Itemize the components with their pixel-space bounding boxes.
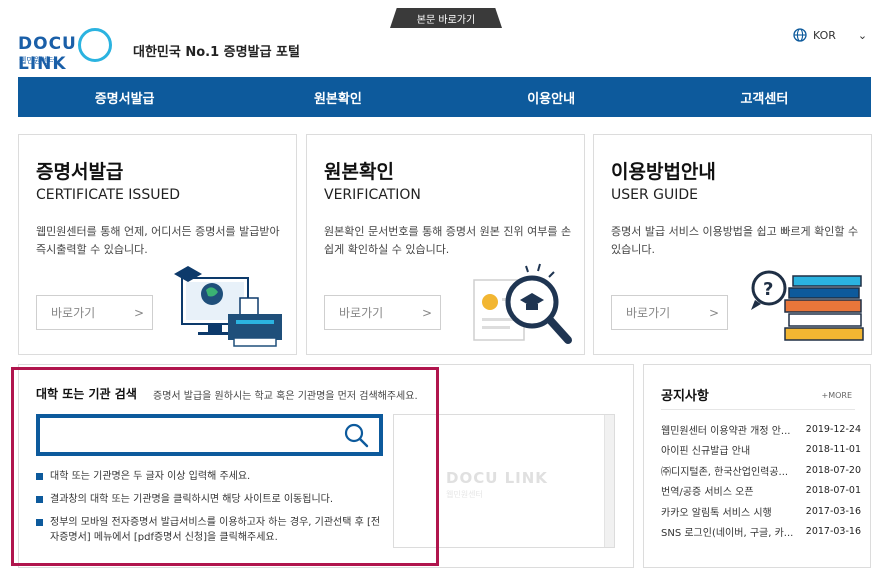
go-button-label: 바로가기 — [626, 306, 671, 320]
notice-item-title: 카카오 알림톡 서비스 시행 — [661, 507, 772, 519]
nav-item-customer-center[interactable]: 고객센터 — [658, 77, 871, 117]
arrow-right-icon: > — [421, 305, 432, 320]
card-title: 이용방법안내 — [611, 161, 716, 183]
watermark-logo: DOCU LINK — [446, 469, 548, 487]
search-note: 정부의 모바일 전자증명서 발급서비스를 이용하고자 하는 경우, 기관선택 후… — [36, 515, 386, 545]
go-button-label: 바로가기 — [51, 306, 96, 320]
notice-item-date: 2019-12-24 — [805, 423, 861, 435]
card-subtitle: CERTIFICATE ISSUED — [36, 187, 181, 203]
notice-panel: 공지사항 +MORE 웹민원센터 이용약관 개정 안... 2019-12-24 … — [643, 364, 871, 568]
notice-item-date: 2018-11-01 — [805, 444, 861, 456]
site-tagline: 대한민국 No.1 증명발급 포털 — [133, 45, 300, 60]
logo-wordmark: DOCU LINK — [18, 34, 77, 74]
notice-item-date: 2017-03-16 — [805, 526, 861, 538]
nav-item-verification[interactable]: 원본확인 — [231, 77, 444, 117]
logo-subtitle: 웹민원센터 — [19, 56, 56, 65]
main-navigation: 증명서발급 원본확인 이용안내 고객센터 — [18, 77, 871, 117]
notice-item[interactable]: 아이핀 신규발급 안내 2018-11-01 — [661, 440, 861, 461]
notice-item-title: ㈜디지털존, 한국산업인력공... — [661, 466, 789, 478]
chevron-down-icon: ⌄ — [857, 28, 868, 42]
computer-printer-icon — [174, 266, 282, 347]
card-certificate-issue: 증명서발급 CERTIFICATE ISSUED 웹민원센터를 통해 언제, 어… — [18, 134, 297, 355]
search-results-box[interactable]: DOCU LINK 웹민원센터 — [393, 414, 615, 548]
card-subtitle: VERIFICATION — [324, 187, 421, 203]
notice-item-date: 2018-07-20 — [805, 464, 861, 476]
search-title: 대학 또는 기관 검색 — [36, 387, 137, 401]
card-description: 웹민원센터를 통해 언제, 어디서든 증명서를 발급받아 즉시출력할 수 있습니… — [36, 225, 280, 256]
arrow-right-icon: > — [133, 305, 144, 320]
notice-item[interactable]: ㈜디지털존, 한국산업인력공... 2018-07-20 — [661, 460, 861, 481]
notice-item-title: 번역/공증 서비스 오픈 — [661, 487, 754, 499]
card-subtitle: USER GUIDE — [611, 187, 699, 203]
go-button[interactable]: 바로가기 > — [36, 295, 153, 330]
go-button-label: 바로가기 — [339, 306, 384, 320]
notice-item-date: 2018-07-01 — [805, 485, 861, 497]
magnifier-certificate-icon — [473, 263, 572, 344]
notice-item-title: 아이핀 신규발급 안내 — [661, 446, 751, 458]
language-selector[interactable]: KOR ⌄ — [793, 28, 867, 42]
notice-list: 웹민원센터 이용약관 개정 안... 2019-12-24 아이핀 신규발급 안내… — [661, 419, 861, 542]
notice-item-date: 2017-03-16 — [805, 505, 861, 517]
watermark-subtitle: 웹민원센터 — [446, 490, 483, 499]
svg-text:?: ? — [763, 279, 773, 300]
card-verification: 원본확인 VERIFICATION 원본확인 문서번호를 통해 증명서 원본 진… — [306, 134, 585, 355]
search-box — [36, 414, 383, 456]
nav-item-user-guide[interactable]: 이용안내 — [445, 77, 658, 117]
card-user-guide: 이용방법안내 USER GUIDE 증명서 발급 서비스 이용방법을 쉽고 빠르… — [593, 134, 872, 355]
search-hint: 증명서 발급을 원하시는 학교 혹은 기관명을 먼저 검색해주세요. — [153, 391, 418, 402]
notice-item[interactable]: 웹민원센터 이용약관 개정 안... 2019-12-24 — [661, 419, 861, 440]
notice-item-title: SNS 로그인(네이버, 구글, 카... — [661, 528, 794, 540]
institution-search-input[interactable] — [46, 422, 336, 448]
notice-divider — [661, 409, 855, 410]
search-note: 대학 또는 기관명은 두 글자 이상 입력해 주세요. — [36, 469, 386, 484]
language-label: KOR — [813, 28, 836, 42]
books-question-icon: ? — [751, 270, 864, 341]
go-button[interactable]: 바로가기 > — [324, 295, 441, 330]
arrow-right-icon: > — [708, 305, 719, 320]
skip-to-content-link[interactable]: 본문 바로가기 — [390, 8, 502, 28]
globe-icon — [793, 28, 807, 42]
card-title: 증명서발급 — [36, 161, 124, 183]
notice-item[interactable]: 번역/공증 서비스 오픈 2018-07-01 — [661, 481, 861, 502]
notice-title: 공지사항 — [661, 389, 709, 404]
results-scrollbar[interactable] — [604, 415, 614, 547]
search-notes: 대학 또는 기관명은 두 글자 이상 입력해 주세요. 결과창의 대학 또는 기… — [36, 469, 386, 553]
docu-link-logo[interactable]: DOCU LINK 웹민원센터 — [18, 28, 130, 74]
nav-item-certificate-issue[interactable]: 증명서발급 — [18, 77, 231, 117]
search-icon[interactable] — [343, 422, 369, 448]
notice-more-link[interactable]: +MORE — [821, 391, 852, 400]
search-note: 결과창의 대학 또는 기관명을 클릭하시면 해당 사이트로 이동됩니다. — [36, 492, 386, 507]
notice-item[interactable]: SNS 로그인(네이버, 구글, 카... 2017-03-16 — [661, 522, 861, 543]
notice-item[interactable]: 카카오 알림톡 서비스 시행 2017-03-16 — [661, 501, 861, 522]
skip-link-label: 본문 바로가기 — [416, 14, 476, 26]
go-button[interactable]: 바로가기 > — [611, 295, 728, 330]
card-title: 원본확인 — [324, 161, 394, 183]
notice-item-title: 웹민원센터 이용약관 개정 안... — [661, 425, 791, 437]
